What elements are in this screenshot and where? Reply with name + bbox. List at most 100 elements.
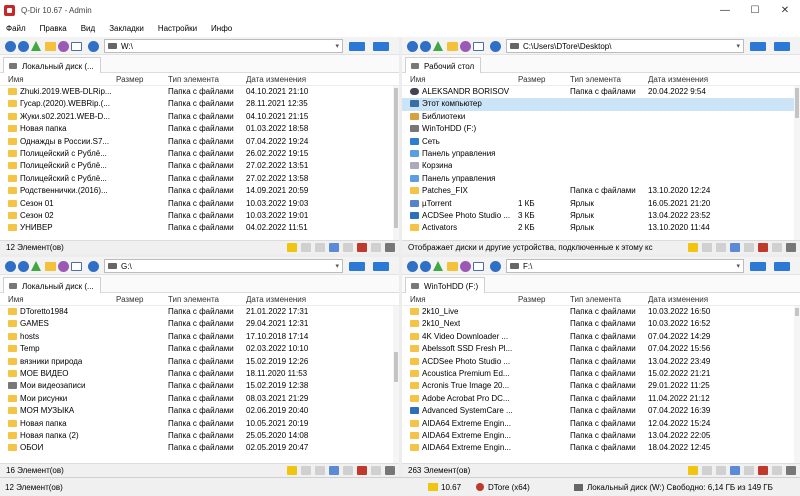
delete-icon[interactable] (357, 243, 367, 252)
list-item[interactable]: Полицейский с Рублё... Папка с файлами 26.… (0, 148, 399, 160)
column-date[interactable]: Дата изменения (648, 295, 708, 304)
view-mode-icon[interactable] (71, 262, 82, 271)
list-item[interactable]: Advanced SystemCare ... Папка с файлами 07… (402, 405, 800, 417)
folder-icon[interactable] (447, 42, 458, 51)
back-icon[interactable] (5, 261, 16, 272)
properties-icon[interactable] (385, 466, 395, 475)
up-arrow-icon[interactable] (31, 41, 41, 51)
list-item[interactable]: 2k10_Live Папка с файлами 10.03.2022 16:50 (402, 306, 800, 318)
delete-icon[interactable] (758, 243, 768, 252)
chevron-down-icon[interactable]: ▾ (335, 40, 339, 53)
refresh-icon[interactable] (490, 261, 501, 272)
list-item[interactable]: вязники природа Папка с файлами 15.02.2019… (0, 356, 399, 368)
column-type[interactable]: Тип элемента (570, 75, 621, 84)
column-date[interactable]: Дата изменения (246, 75, 306, 84)
menu-settings[interactable]: Настройки (158, 20, 197, 37)
view-mode-icon[interactable] (71, 42, 82, 51)
list-item[interactable]: Мои рисунки Папка с файлами 08.03.2021 21:… (0, 393, 399, 405)
copy-icon[interactable] (315, 243, 325, 252)
list-item[interactable]: Acoustica Premium Ed... Папка с файлами 15… (402, 368, 800, 380)
layout-alt-icon[interactable] (373, 262, 389, 271)
up-arrow-icon[interactable] (433, 261, 443, 271)
lightning-icon[interactable] (287, 243, 297, 252)
forward-icon[interactable] (420, 261, 431, 272)
mail-icon[interactable] (301, 466, 311, 475)
path-box[interactable]: F:\ ▾ (506, 259, 744, 273)
list-item[interactable]: µTorrent 1 КБ Ярлык 16.05.2021 21:20 (402, 198, 800, 210)
tab-current[interactable]: WinToHDD (F:) (405, 277, 486, 294)
sync-icon[interactable] (58, 41, 69, 52)
list-item[interactable]: Temp Папка с файлами 02.03.2022 10:10 (0, 343, 399, 355)
clipboard-icon[interactable] (371, 466, 381, 475)
up-arrow-icon[interactable] (433, 41, 443, 51)
layout-alt-icon[interactable] (774, 262, 790, 271)
layout-alt-icon[interactable] (774, 42, 790, 51)
column-type[interactable]: Тип элемента (168, 75, 219, 84)
list-item[interactable]: Этот компьютер (402, 98, 800, 111)
delete-icon[interactable] (758, 466, 768, 475)
list-item[interactable]: DToretto1984 Папка с файлами 21.01.2022 17… (0, 306, 399, 318)
path-box[interactable]: G:\ ▾ (104, 259, 343, 273)
list-item[interactable]: AIDA64 Extreme Engin... Папка с файлами 18… (402, 442, 800, 454)
menu-edit[interactable]: Правка (40, 20, 67, 37)
list-item[interactable]: Новая папка Папка с файлами 01.03.2022 18:… (0, 123, 399, 135)
list-item[interactable]: GAMES Папка с файлами 29.04.2021 12:31 (0, 318, 399, 330)
view-mode-icon[interactable] (473, 42, 484, 51)
up-arrow-icon[interactable] (31, 261, 41, 271)
list-item[interactable]: ОБОИ Папка с файлами 02.05.2019 20:47 (0, 442, 399, 454)
vertical-scrollbar[interactable] (393, 86, 399, 240)
refresh-icon[interactable] (88, 261, 99, 272)
list-item[interactable]: ACDSee Photo Studio ... Папка с файлами 13… (402, 356, 800, 368)
folder-icon[interactable] (447, 262, 458, 271)
properties-icon[interactable] (786, 243, 796, 252)
chevron-down-icon[interactable]: ▾ (335, 260, 339, 273)
column-name[interactable]: Имя (8, 75, 24, 84)
copy-icon[interactable] (716, 243, 726, 252)
folder-icon[interactable] (45, 42, 56, 51)
paste-icon[interactable] (343, 243, 353, 252)
refresh-icon[interactable] (88, 41, 99, 52)
list-item[interactable]: Корзина (402, 160, 800, 172)
list-item[interactable]: ACDSee Photo Studio ... 3 КБ Ярлык 13.04.20… (402, 210, 800, 222)
refresh-icon[interactable] (490, 41, 501, 52)
list-item[interactable]: Activators 2 КБ Ярлык 13.10.2020 11:44 (402, 222, 800, 234)
lightning-icon[interactable] (688, 243, 698, 252)
list-item[interactable]: Жуки.s02.2021.WEB-D... Папка с файлами 04.… (0, 111, 399, 123)
paste-icon[interactable] (744, 466, 754, 475)
mail-icon[interactable] (702, 243, 712, 252)
menu-bookmarks[interactable]: Закладки (109, 20, 144, 37)
column-date[interactable]: Дата изменения (648, 75, 708, 84)
layout-icon[interactable] (750, 42, 766, 51)
delete-icon[interactable] (357, 466, 367, 475)
menu-view[interactable]: Вид (81, 20, 95, 37)
cut-icon[interactable] (329, 243, 339, 252)
sync-icon[interactable] (58, 261, 69, 272)
list-item[interactable]: Abelssoft SSD Fresh Pl... Папка с файлами… (402, 343, 800, 355)
list-item[interactable]: МОЕ ВИДЕО Папка с файлами 18.11.2020 11:53 (0, 368, 399, 380)
list-item[interactable]: Мои видеозаписи Папка с файлами 15.02.2019… (0, 380, 399, 392)
forward-icon[interactable] (18, 41, 29, 52)
list-item[interactable]: Сезон 02 Папка с файлами 10.03.2022 19:01 (0, 210, 399, 222)
chevron-down-icon[interactable]: ▾ (736, 260, 740, 273)
paste-icon[interactable] (343, 466, 353, 475)
column-type[interactable]: Тип элемента (168, 295, 219, 304)
close-button[interactable]: ✕ (770, 0, 800, 20)
list-item[interactable]: МОЯ МУЗЫКА Папка с файлами 02.06.2019 20:4… (0, 405, 399, 417)
copy-icon[interactable] (315, 466, 325, 475)
list-item[interactable]: AIDA64 Extreme Engin... Папка с файлами 13… (402, 430, 800, 442)
folder-icon[interactable] (45, 262, 56, 271)
tab-current[interactable]: Локальный диск (... (3, 57, 101, 74)
forward-icon[interactable] (18, 261, 29, 272)
list-item[interactable]: Панель управления (402, 173, 800, 185)
clipboard-icon[interactable] (772, 243, 782, 252)
list-item[interactable]: Гусар.(2020).WEBRip.(... Папка с файлами 2… (0, 98, 399, 110)
cut-icon[interactable] (730, 243, 740, 252)
column-size[interactable]: Размер (116, 75, 144, 84)
tab-current[interactable]: Локальный диск (... (3, 277, 101, 294)
forward-icon[interactable] (420, 41, 431, 52)
minimize-button[interactable]: — (710, 0, 740, 20)
list-item[interactable]: Панель управления (402, 148, 800, 160)
column-size[interactable]: Размер (518, 75, 546, 84)
back-icon[interactable] (5, 41, 16, 52)
lightning-icon[interactable] (688, 466, 698, 475)
